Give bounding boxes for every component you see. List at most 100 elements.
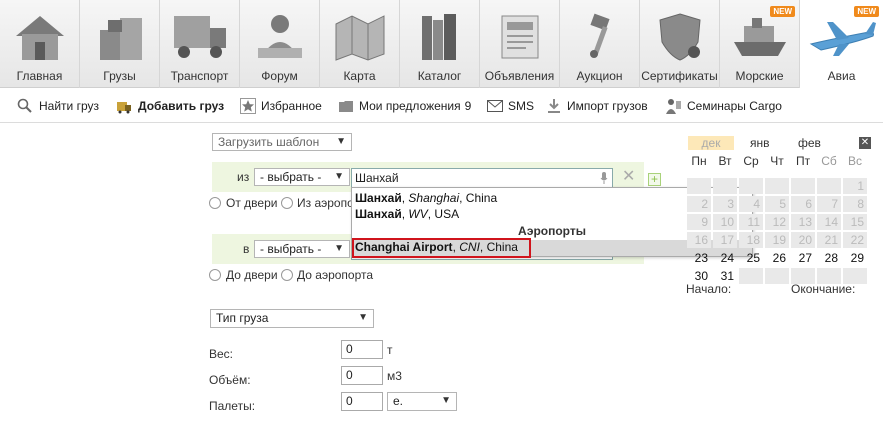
suggest-airport-code: CNI	[459, 240, 480, 254]
calendar-day[interactable]: 7	[817, 196, 841, 212]
my-offers-count: 9	[464, 99, 472, 113]
calendar-day[interactable]: 5	[765, 196, 789, 212]
calendar-day	[765, 268, 789, 284]
toolbar: Найти груз Добавить груз Избранное Мои п…	[0, 89, 883, 123]
calendar-day[interactable]: 28	[817, 250, 841, 266]
chevron-down-icon: ▼	[358, 312, 368, 323]
date-calendar: дек янв фев ✕ Пн Вт Ср Чт Пт Сб Вс 1 2 3 4 5 6 7 8 9 10…	[686, 134, 883, 284]
to-country-select[interactable]: - выбрать - ▼	[254, 240, 350, 258]
template-select[interactable]: Загрузить шаблон ▼	[212, 133, 352, 151]
tab-ads[interactable]: Объявления	[480, 0, 560, 88]
suggest-city: Шанхай	[355, 207, 402, 221]
calendar-day[interactable]: 12	[765, 214, 789, 230]
calendar-day[interactable]: 16	[687, 232, 711, 248]
tab-auction[interactable]: Аукцион	[560, 0, 640, 88]
tab-label: Авиа	[827, 69, 856, 83]
seminar-person-icon	[666, 99, 681, 114]
from-label: из	[237, 170, 250, 184]
calendar-day[interactable]: 11	[739, 214, 763, 230]
suggest-country: USA	[434, 207, 460, 221]
calendar-day[interactable]: 13	[791, 214, 815, 230]
calendar-day[interactable]: 25	[739, 250, 763, 266]
add-point-icon[interactable]: +	[648, 173, 661, 186]
my-offers-link[interactable]: Мои предложения 9	[338, 97, 471, 115]
add-cargo-link[interactable]: Добавить груз	[115, 97, 224, 115]
calendar-day	[713, 178, 737, 194]
seminars-link[interactable]: Семинары Cargo	[664, 97, 782, 115]
calendar-day[interactable]: 3	[713, 196, 737, 212]
month-jan[interactable]: янв	[750, 136, 770, 150]
find-cargo-link[interactable]: Найти груз	[16, 97, 99, 115]
from-door-radio[interactable]	[209, 197, 221, 209]
weekday-label: Вт	[718, 154, 732, 168]
calendar-day[interactable]: 21	[817, 232, 841, 248]
close-icon[interactable]: ✕	[859, 137, 871, 149]
tab-map[interactable]: Карта	[320, 0, 400, 88]
microphone-icon[interactable]	[600, 172, 608, 184]
tab-catalog[interactable]: Каталог	[400, 0, 480, 88]
new-badge: NEW	[770, 6, 795, 17]
to-country-value: - выбрать -	[260, 242, 322, 256]
suggest-item[interactable]: Шанхай, Shanghai, China	[355, 191, 497, 205]
calendar-day[interactable]: 23	[687, 250, 711, 266]
star-icon	[240, 98, 256, 114]
favorites-link[interactable]: Избранное	[240, 97, 322, 115]
weekday-label: Вс	[847, 154, 862, 168]
calendar-day[interactable]: 20	[791, 232, 815, 248]
calendar-day[interactable]: 14	[817, 214, 841, 230]
cargo-type-select[interactable]: Тип груза ▼	[210, 309, 374, 328]
month-dec[interactable]: дек	[688, 136, 734, 150]
calendar-day[interactable]: 6	[791, 196, 815, 212]
calendar-day[interactable]: 2	[687, 196, 711, 212]
suggest-item[interactable]: Шанхай, WV, USA	[355, 207, 459, 221]
to-label: в	[243, 242, 250, 256]
calendar-day[interactable]: 17	[713, 232, 737, 248]
pallets-unit-select[interactable]: е. ▼	[387, 392, 457, 411]
calendar-day[interactable]: 19	[765, 232, 789, 248]
weekday-label: Ср	[743, 154, 759, 168]
from-city-input[interactable]: Шанхай	[351, 168, 613, 188]
from-country-select[interactable]: - выбрать - ▼	[254, 168, 350, 186]
from-airport-radio[interactable]	[281, 197, 293, 209]
calendar-day[interactable]: 18	[739, 232, 763, 248]
add-cargo-icon	[117, 102, 131, 114]
calendar-day[interactable]: 8	[843, 196, 867, 212]
pallets-input[interactable]: 0	[341, 392, 383, 411]
calendar-day[interactable]: 9	[687, 214, 711, 230]
calendar-day[interactable]: 24	[713, 250, 737, 266]
to-airport-label: До аэропорта	[297, 268, 374, 282]
volume-input[interactable]: 0	[341, 366, 383, 385]
calendar-day[interactable]: 10	[713, 214, 737, 230]
tab-avia[interactable]: NEW Авиа	[800, 0, 883, 88]
top-navigation: Главная Грузы Транспорт Форум Карта Ката…	[0, 0, 883, 88]
calendar-day	[791, 178, 815, 194]
tab-transport[interactable]: Транспорт	[160, 0, 240, 88]
end-label: Окончание:	[791, 282, 856, 296]
calendar-day[interactable]: 29	[843, 250, 867, 266]
add-cargo-label: Добавить груз	[138, 99, 225, 113]
tab-sea[interactable]: NEW Морские	[720, 0, 800, 88]
sms-label: SMS	[508, 99, 535, 113]
tab-cargo[interactable]: Грузы	[80, 0, 160, 88]
calendar-day[interactable]: 27	[791, 250, 815, 266]
weight-input[interactable]: 0	[341, 340, 383, 359]
clear-from-icon[interactable]: ✕	[622, 168, 635, 186]
month-feb[interactable]: фев	[798, 136, 821, 150]
calendar-day[interactable]: 4	[739, 196, 763, 212]
tab-forum[interactable]: Форум	[240, 0, 320, 88]
tab-home[interactable]: Главная	[0, 0, 80, 88]
calendar-day[interactable]: 22	[843, 232, 867, 248]
tab-certificates[interactable]: Сертификаты	[640, 0, 720, 88]
to-airport-radio[interactable]	[281, 269, 293, 281]
weight-label: Вес:	[209, 347, 234, 361]
calendar-day	[817, 178, 841, 194]
calendar-day[interactable]: 26	[765, 250, 789, 266]
import-cargo-link[interactable]: Импорт грузов	[546, 97, 648, 115]
calendar-day[interactable]: 1	[843, 178, 867, 194]
to-door-radio[interactable]	[209, 269, 221, 281]
tab-label: Аукцион	[576, 69, 623, 83]
sms-link[interactable]: SMS	[487, 97, 534, 115]
weekday-label: Пт	[795, 154, 811, 168]
tab-label: Транспорт	[170, 69, 229, 83]
calendar-day[interactable]: 15	[843, 214, 867, 230]
